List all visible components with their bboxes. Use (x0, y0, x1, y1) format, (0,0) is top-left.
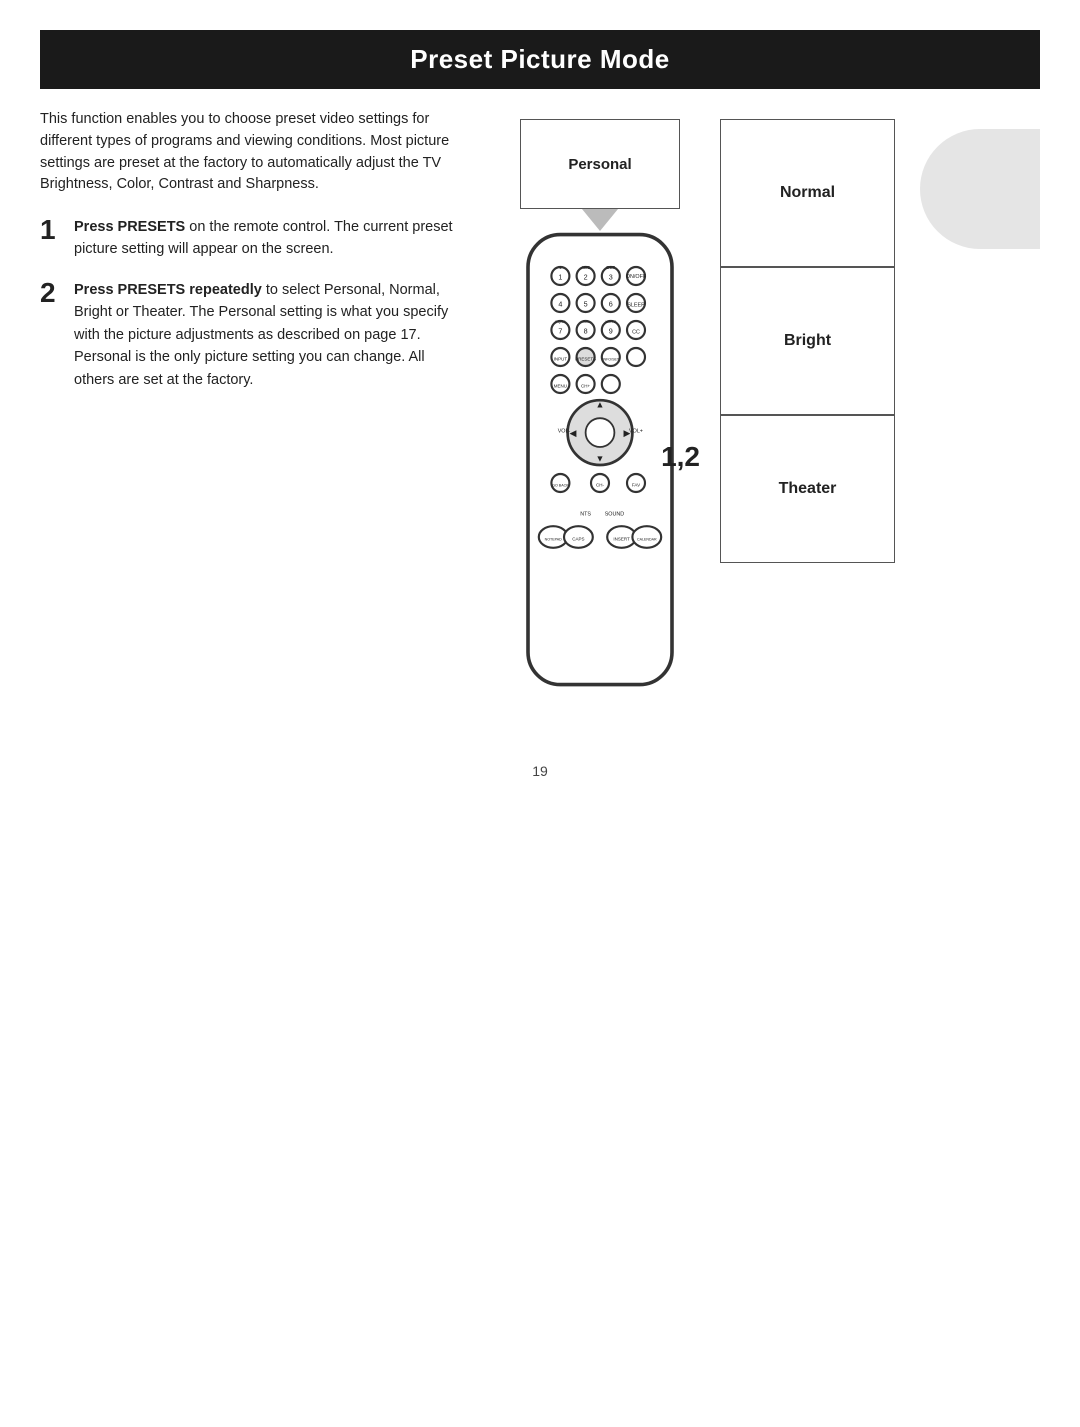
svg-text:▲: ▲ (596, 399, 605, 409)
svg-text:2: 2 (584, 273, 588, 282)
personal-box: Personal (520, 119, 680, 209)
svg-text:8: 8 (584, 327, 588, 336)
svg-text:6: 6 (609, 300, 613, 309)
svg-text:WXYZ: WXYZ (606, 320, 617, 324)
svg-text:INSERT: INSERT (613, 537, 630, 542)
steps-list: 1 Press PRESETS on the remote control. T… (40, 216, 460, 391)
page-title: Preset Picture Mode (60, 44, 1020, 75)
svg-text:ABC: ABC (581, 265, 591, 270)
svg-text:CAPS: CAPS (572, 537, 584, 542)
remote-wrapper: Personal 1,2 1 2 3 ON/OFF (490, 119, 710, 703)
svg-text:INPUT: INPUT (554, 357, 568, 362)
svg-text:PRESETS: PRESETS (575, 357, 596, 362)
step-1-number: 1 (40, 216, 62, 244)
svg-text:CH-: CH- (596, 483, 604, 488)
bright-label: Bright (784, 332, 831, 350)
theater-label: Theater (779, 480, 837, 498)
left-column: This function enables you to choose pres… (40, 109, 470, 703)
step-1-bold: Press PRESETS (74, 219, 185, 235)
svg-text:5: 5 (584, 300, 588, 309)
normal-box: Normal (720, 119, 895, 267)
svg-text:INFO/SET: INFO/SET (603, 358, 620, 362)
svg-text:7: 7 (558, 327, 562, 336)
svg-text:3: 3 (609, 273, 613, 282)
svg-text:CALENDAR: CALENDAR (637, 538, 657, 542)
step-2-bold: Press PRESETS repeatedly (74, 282, 262, 298)
svg-text:SOUND: SOUND (605, 511, 625, 517)
bright-box: Bright (720, 267, 895, 415)
svg-text:CH+: CH+ (581, 384, 590, 389)
page-header: Preset Picture Mode (40, 30, 1040, 89)
number-label: 1,2 (661, 441, 700, 473)
personal-label: Personal (568, 156, 631, 173)
svg-text:▼: ▼ (596, 453, 605, 463)
page-number: 19 (0, 763, 1080, 809)
intro-text: This function enables you to choose pres… (40, 109, 460, 196)
svg-text:TUV: TUV (582, 320, 590, 324)
svg-text:9: 9 (609, 327, 613, 336)
svg-text:MENU: MENU (554, 384, 567, 389)
svg-text:GO BACK: GO BACK (552, 484, 569, 488)
svg-text:FAV: FAV (632, 483, 640, 488)
svg-text:◀: ◀ (570, 428, 577, 438)
svg-text:NTS: NTS (580, 511, 591, 517)
svg-text:DEF: DEF (606, 265, 615, 270)
svg-text:1: 1 (558, 273, 562, 282)
step-2-text: Press PRESETS repeatedly to select Perso… (74, 279, 460, 391)
step-1: 1 Press PRESETS on the remote control. T… (40, 216, 460, 261)
svg-text:SLEEP: SLEEP (627, 303, 645, 309)
theater-box: Theater (720, 415, 895, 563)
content-area: This function enables you to choose pres… (40, 109, 1040, 703)
svg-text:4: 4 (558, 300, 562, 309)
svg-text:CC: CC (632, 330, 640, 336)
arrow-down-icon (582, 209, 618, 231)
remote-control: 1,2 1 2 3 ON/OFF 1 ABC DEF (510, 231, 690, 703)
svg-text:NOTEPAD: NOTEPAD (545, 538, 563, 542)
svg-text:ON/OFF: ON/OFF (626, 274, 647, 280)
svg-text:VOL+: VOL+ (629, 429, 643, 435)
svg-text:PQRS: PQRS (555, 320, 566, 324)
preset-boxes-area: Normal Bright Theater (720, 119, 1040, 563)
arc-decoration (920, 129, 1040, 249)
right-column: Personal 1,2 1 2 3 ON/OFF (490, 109, 1040, 703)
step-2-number: 2 (40, 279, 62, 307)
step-2: 2 Press PRESETS repeatedly to select Per… (40, 279, 460, 391)
svg-text:VOL-: VOL- (558, 429, 571, 435)
normal-label: Normal (780, 184, 835, 202)
step-1-text: Press PRESETS on the remote control. The… (74, 216, 460, 261)
